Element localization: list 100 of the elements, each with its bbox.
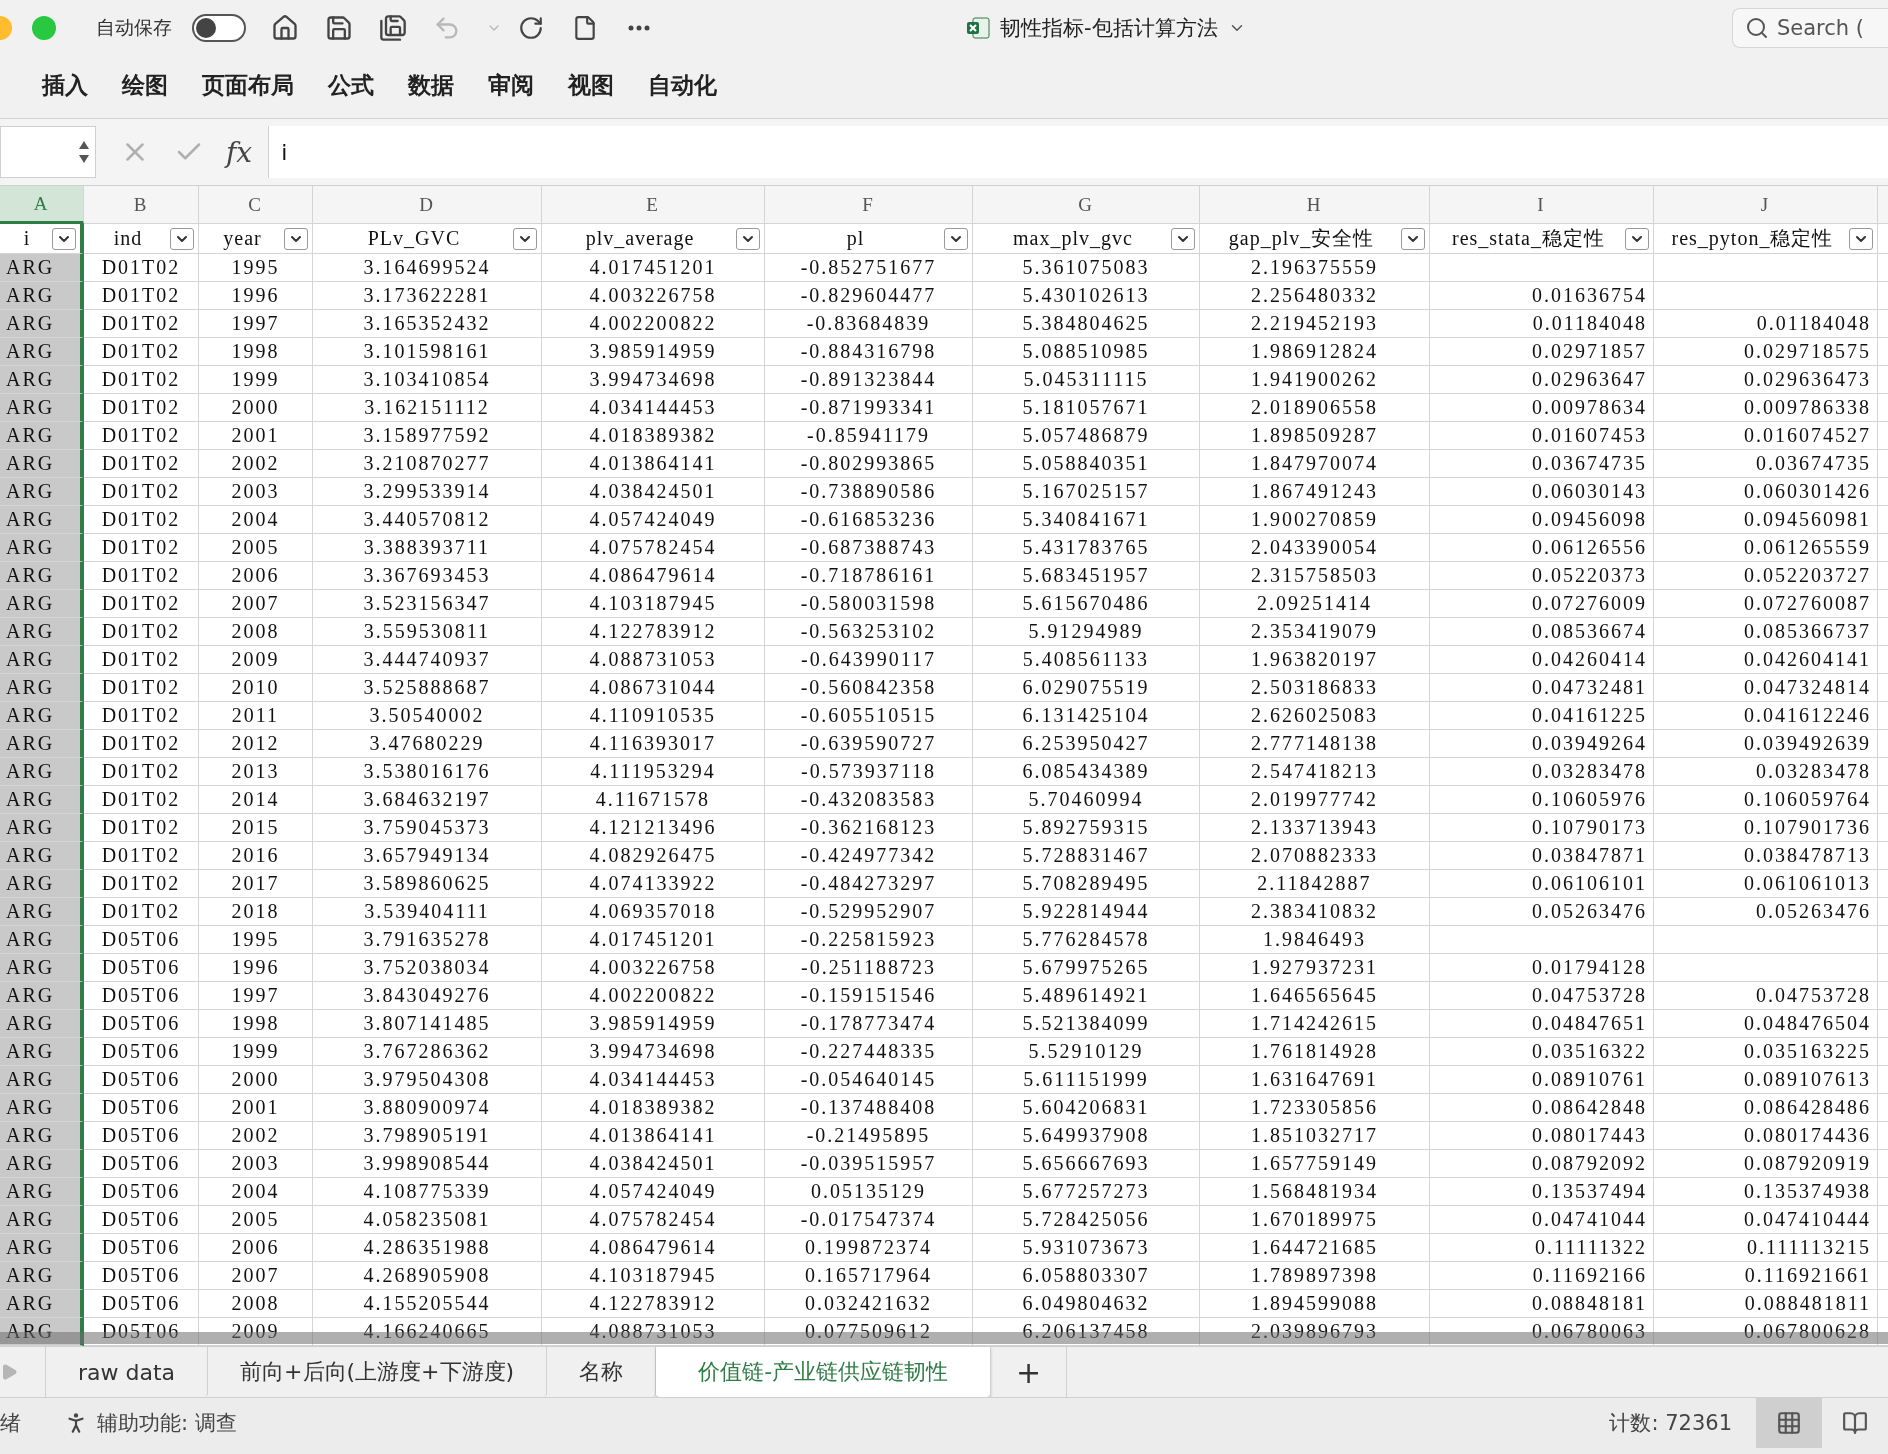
table-cell: 0.085366737 <box>1654 618 1878 646</box>
table-cell: ARG <box>0 450 84 478</box>
table-cell: D05T06 <box>84 1122 199 1150</box>
table-cell: 3.164699524 <box>313 254 542 282</box>
table-cell: 3.299533914 <box>313 478 542 506</box>
table-cell: 1.644721685 <box>1200 1234 1430 1262</box>
table-cell: 0.06126556 <box>1430 534 1654 562</box>
table-cell: 3.589860625 <box>313 870 542 898</box>
formula-field[interactable]: i <box>268 126 1888 178</box>
filter-button[interactable] <box>170 227 194 250</box>
table-cell: 0.047410444 <box>1654 1206 1878 1234</box>
ribbon-tab[interactable]: 数据 <box>394 64 468 110</box>
table-cell: 0.07276009 <box>1430 590 1654 618</box>
table-cell: 5.708289495 <box>973 870 1200 898</box>
column-letter[interactable]: B <box>84 186 199 224</box>
table-cell: ARG <box>0 394 84 422</box>
table-cell: 4.038424501 <box>542 1150 765 1178</box>
table-cell: -0.891323844 <box>765 366 973 394</box>
filter-button[interactable] <box>1401 227 1425 250</box>
table-cell: 0.10790173 <box>1430 814 1654 842</box>
ribbon-tab[interactable]: 插入 <box>28 64 102 110</box>
table-cell: 0.029718575 <box>1654 338 1878 366</box>
table-cell: -0.362168123 <box>765 814 973 842</box>
ribbon-tab[interactable]: 公式 <box>314 64 388 110</box>
table-cell: 2003 <box>199 478 313 506</box>
table-cell: 2000 <box>199 394 313 422</box>
table-cell: 5.431783765 <box>973 534 1200 562</box>
column-letter[interactable]: H <box>1200 186 1430 224</box>
column-letter[interactable]: J <box>1654 186 1878 224</box>
search-field[interactable]: Search ( <box>1732 8 1888 48</box>
table-cell: 0.06780063 <box>1430 1318 1654 1346</box>
table-cell: 4.038424501 <box>542 478 765 506</box>
normal-view-button[interactable] <box>1756 1398 1822 1448</box>
filter-button[interactable] <box>513 227 537 250</box>
table-cell: 4.108775339 <box>313 1178 542 1206</box>
table-cell: ARG <box>0 1290 84 1318</box>
table-cell: 4.086479614 <box>542 1234 765 1262</box>
table-cell: D01T02 <box>84 814 199 842</box>
table-cell: 3.101598161 <box>313 338 542 366</box>
filter-button[interactable] <box>1171 227 1195 250</box>
table-cell: 1996 <box>199 954 313 982</box>
table-cell: ARG <box>0 702 84 730</box>
ribbon-tab[interactable]: 自动化 <box>634 64 731 110</box>
table-cell: 5.058840351 <box>973 450 1200 478</box>
table-cell: 5.677257273 <box>973 1178 1200 1206</box>
table-cell: D05T06 <box>84 1038 199 1066</box>
table-cell: -0.225815923 <box>765 926 973 954</box>
table-cell: 1.900270859 <box>1200 506 1430 534</box>
table-cell: 3.523156347 <box>313 590 542 618</box>
table-cell: 4.086731044 <box>542 674 765 702</box>
column-letter[interactable]: E <box>542 186 765 224</box>
column-letter[interactable]: A <box>0 186 84 224</box>
more-icon <box>628 25 650 31</box>
table-cell: ARG <box>0 254 84 282</box>
table-cell: ARG <box>0 814 84 842</box>
table-cell: ARG <box>0 1150 84 1178</box>
ribbon-tab[interactable]: 审阅 <box>474 64 548 110</box>
table-cell: 2001 <box>199 1094 313 1122</box>
accessibility-button[interactable]: 辅助功能: 调查 <box>57 1408 243 1438</box>
table-cell: 5.615670486 <box>973 590 1200 618</box>
table-cell: 4.017451201 <box>542 254 765 282</box>
table-cell: 2003 <box>199 1150 313 1178</box>
table-cell: 3.791635278 <box>313 926 542 954</box>
column-letter[interactable]: G <box>973 186 1200 224</box>
filter-button[interactable] <box>284 227 308 250</box>
table-cell: 5.384804625 <box>973 310 1200 338</box>
table-cell: ARG <box>0 730 84 758</box>
column-letter[interactable]: I <box>1430 186 1654 224</box>
table-cell: 3.798905191 <box>313 1122 542 1150</box>
table-cell: 0.11692166 <box>1430 1262 1654 1290</box>
sheet-tab[interactable]: 价值链-产业链供应链韧性 <box>656 1347 992 1397</box>
table-cell: 2.777148138 <box>1200 730 1430 758</box>
ribbon-tab[interactable]: 视图 <box>554 64 628 110</box>
table-cell: 0.08017443 <box>1430 1122 1654 1150</box>
filter-button[interactable] <box>944 227 968 250</box>
table-cell: 4.034144453 <box>542 1066 765 1094</box>
column-letter[interactable]: D <box>313 186 542 224</box>
table-cell: -0.484273297 <box>765 870 973 898</box>
table-cell: -0.573937118 <box>765 758 973 786</box>
table-cell: 0.107901736 <box>1654 814 1878 842</box>
table-cell: 2017 <box>199 870 313 898</box>
ribbon-tab[interactable]: 页面布局 <box>188 64 308 110</box>
table-cell: 5.70460994 <box>973 786 1200 814</box>
table-cell: ARG <box>0 1094 84 1122</box>
table-cell: ARG <box>0 898 84 926</box>
table-cell: 4.088731053 <box>542 646 765 674</box>
column-letter[interactable]: C <box>199 186 313 224</box>
ribbon-tab[interactable]: 绘图 <box>108 64 182 110</box>
filter-button[interactable] <box>1849 227 1873 250</box>
table-cell: D01T02 <box>84 898 199 926</box>
column-letter[interactable]: F <box>765 186 973 224</box>
filter-button[interactable] <box>52 227 76 250</box>
filter-button[interactable] <box>1625 227 1649 250</box>
table-cell: 4.018389382 <box>542 422 765 450</box>
autosave-toggle[interactable] <box>192 14 246 42</box>
table-cell: ARG <box>0 1010 84 1038</box>
table-cell: 4.155205544 <box>313 1290 542 1318</box>
table-cell: 4.121213496 <box>542 814 765 842</box>
filter-button[interactable] <box>736 227 760 250</box>
function-button[interactable]: fx <box>226 135 253 169</box>
